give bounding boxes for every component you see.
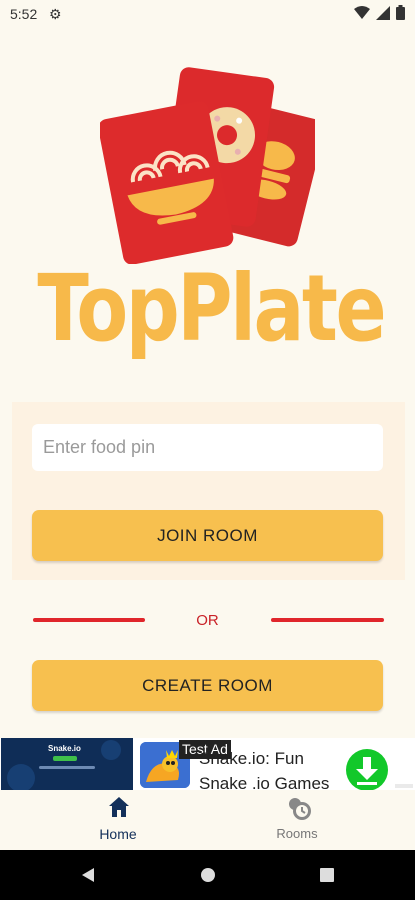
signal-icon	[376, 5, 390, 20]
join-room-button[interactable]: JOIN ROOM	[32, 510, 383, 561]
nav-home-label: Home	[99, 826, 137, 842]
status-bar: 5:52 ⚙	[0, 0, 415, 28]
recents-icon[interactable]	[319, 867, 335, 883]
ad-thumbnail[interactable]: Snake.io	[1, 738, 133, 790]
food-pin-input[interactable]	[32, 424, 383, 471]
system-navigation-bar	[0, 850, 415, 900]
nav-rooms-tab[interactable]: Rooms	[237, 790, 357, 850]
or-label: OR	[196, 612, 219, 629]
nav-home-tab[interactable]: Home	[58, 790, 178, 850]
join-room-panel: JOIN ROOM	[12, 402, 405, 580]
ad-title[interactable]: Snake.io: Fun Snake .io Games	[199, 746, 341, 796]
wifi-icon	[354, 5, 370, 19]
app-logo	[98, 64, 325, 265]
gear-icon: ⚙	[49, 6, 62, 22]
divider-line-right	[271, 618, 384, 622]
home-circle-icon[interactable]	[200, 867, 216, 883]
home-icon	[109, 797, 129, 817]
ad-corner-marker	[395, 784, 413, 788]
divider-line-left	[33, 618, 145, 622]
nav-rooms-label: Rooms	[276, 826, 318, 841]
app-title: TopPlate	[37, 255, 386, 362]
battery-icon	[396, 5, 405, 20]
ad-thumbnail-title: Snake.io	[48, 744, 81, 753]
status-icons	[354, 5, 405, 20]
download-icon[interactable]	[346, 749, 388, 791]
create-room-button[interactable]: CREATE ROOM	[32, 660, 383, 711]
rooms-clock-icon	[289, 798, 311, 820]
status-time: 5:52	[10, 6, 38, 22]
back-icon[interactable]	[80, 867, 96, 883]
bottom-navigation: Home Rooms	[0, 790, 415, 850]
